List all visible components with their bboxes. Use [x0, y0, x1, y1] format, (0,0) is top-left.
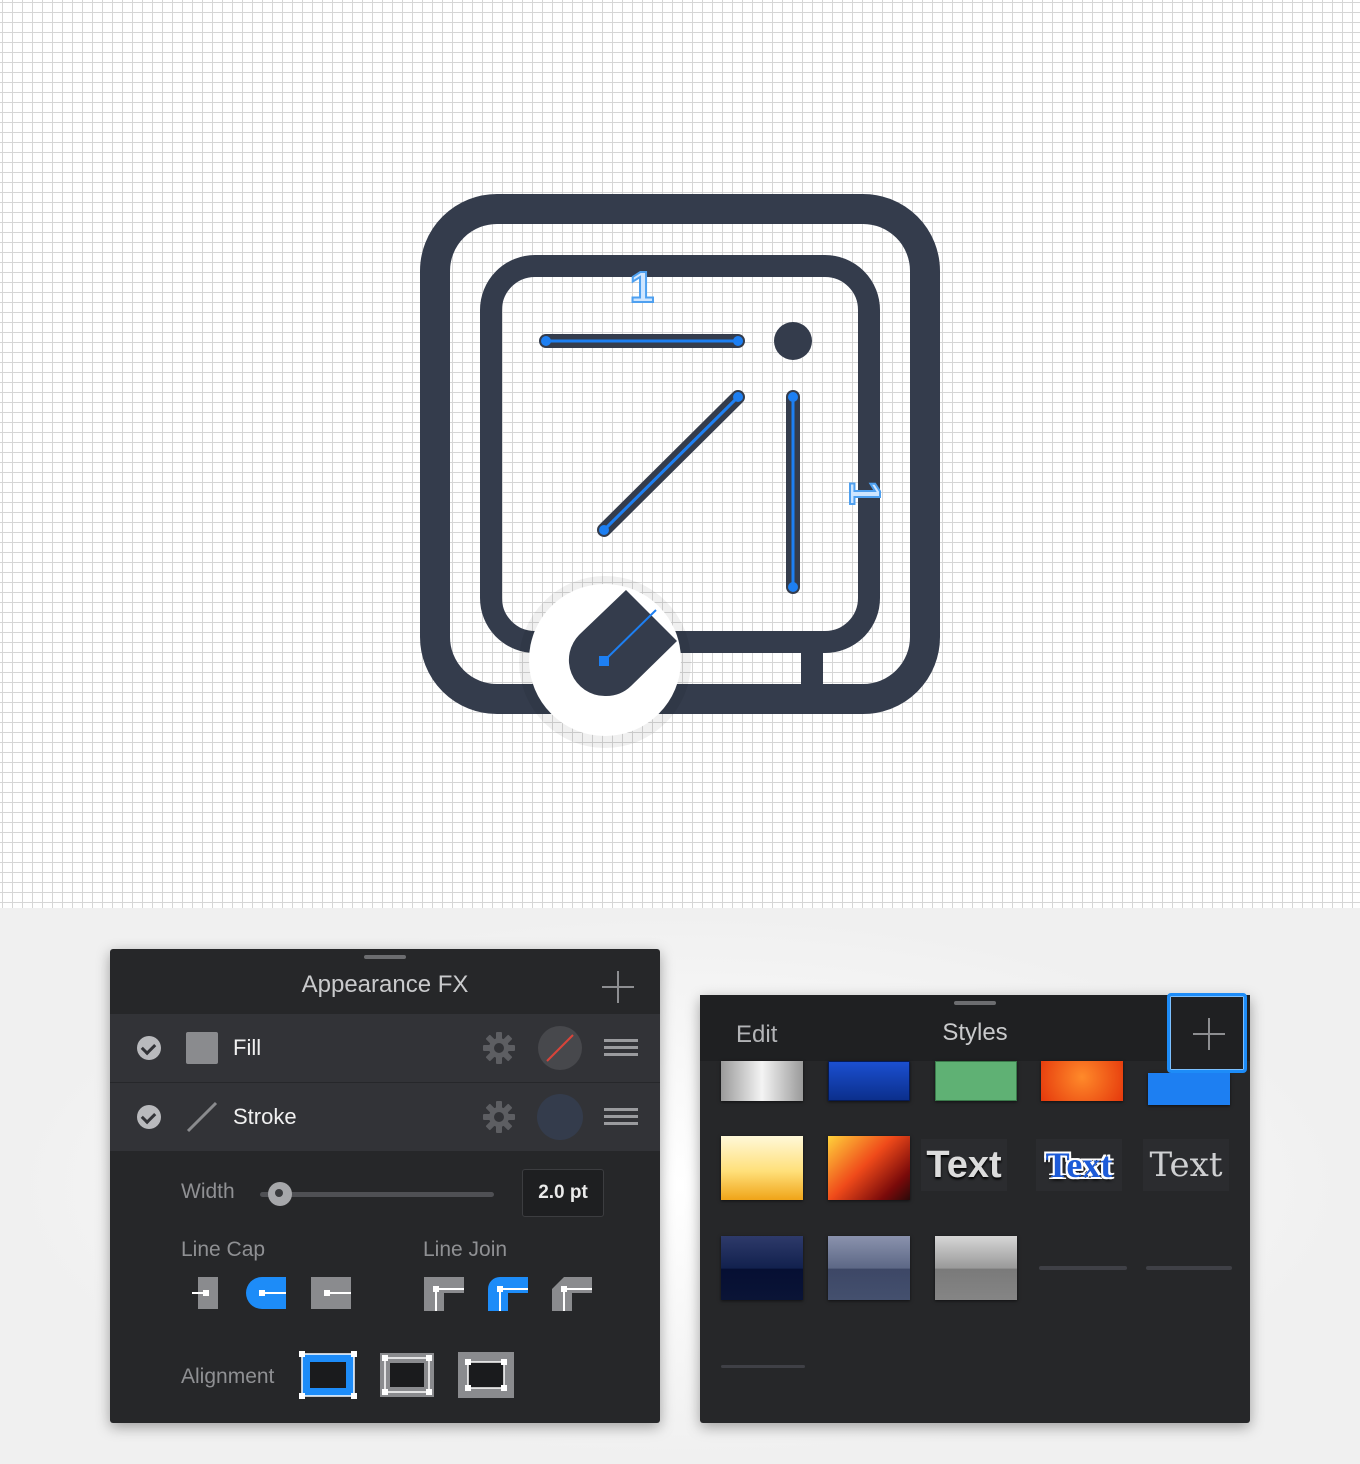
align-center-icon[interactable]: [378, 1351, 436, 1399]
round-cap-icon[interactable]: [246, 1277, 286, 1309]
measure-label-side: 1: [840, 481, 889, 505]
alignment-label: Alignment: [181, 1365, 275, 1388]
path-node[interactable]: [733, 336, 743, 346]
panel-grab-handle[interactable]: [954, 1001, 996, 1005]
butt-cap-icon[interactable]: [192, 1277, 224, 1309]
path-node[interactable]: [788, 392, 798, 402]
width-value-field[interactable]: 2.0 pt: [522, 1169, 604, 1217]
line-cap-label: Line Cap: [181, 1238, 266, 1261]
style-swatch-slate-gloss[interactable]: [828, 1236, 910, 1300]
fill-settings-gear-icon[interactable]: [482, 1031, 516, 1065]
stroke-enabled-checkmark-icon[interactable]: [137, 1105, 161, 1129]
fill-row[interactable]: Fill: [110, 1014, 660, 1082]
width-slider-track[interactable]: [260, 1192, 494, 1197]
stroke-settings-gear-icon[interactable]: [482, 1100, 516, 1134]
style-swatch-line[interactable]: [1146, 1266, 1232, 1270]
text-style-bold-label: Text: [926, 1144, 1002, 1186]
bevel-join-icon[interactable]: [552, 1277, 592, 1311]
text-style-outline-label: Text: [1045, 1145, 1113, 1185]
fill-square-icon: [186, 1032, 218, 1064]
style-swatch-green[interactable]: [935, 1061, 1017, 1101]
styles-panel: Edit Styles Text Text Text: [700, 993, 1250, 1423]
miter-join-icon[interactable]: [424, 1277, 464, 1311]
align-inside-icon[interactable]: [299, 1351, 357, 1399]
path-node[interactable]: [599, 525, 609, 535]
appearance-fx-panel: Appearance FX Fill Stroke Width 2.0 pt L…: [110, 949, 660, 1423]
width-label: Width: [181, 1180, 235, 1203]
square-cap-icon[interactable]: [311, 1277, 351, 1309]
style-swatch-line[interactable]: [1039, 1266, 1127, 1270]
style-swatch-navy-gloss[interactable]: [721, 1236, 803, 1300]
path-node[interactable]: [788, 582, 798, 592]
round-join-icon[interactable]: [488, 1277, 528, 1311]
style-swatch-blue[interactable]: [828, 1061, 910, 1101]
style-swatch-line[interactable]: [721, 1365, 805, 1368]
stroke-label: Stroke: [233, 1104, 297, 1129]
fill-label: Fill: [233, 1035, 262, 1060]
stroke-row[interactable]: Stroke: [110, 1082, 660, 1151]
fill-reorder-handle-icon[interactable]: [604, 1039, 638, 1057]
text-style-serif-label: Text: [1149, 1145, 1223, 1185]
style-swatch-orange[interactable]: [1041, 1061, 1123, 1101]
style-swatch-gray-gloss[interactable]: [935, 1236, 1017, 1300]
style-swatch-bright-blue[interactable]: [1148, 1073, 1230, 1105]
stroke-line-icon: [186, 1101, 218, 1133]
text-style-serif[interactable]: Text: [1143, 1139, 1229, 1191]
text-style-bold[interactable]: Text: [921, 1139, 1007, 1191]
divider-shape: [801, 642, 823, 692]
icon-artwork[interactable]: 1 1: [0, 0, 1360, 908]
add-effect-plus-icon[interactable]: [602, 971, 634, 1003]
style-swatch-gold-gradient[interactable]: [721, 1136, 803, 1200]
align-outside-icon[interactable]: [457, 1351, 515, 1399]
stroke-reorder-handle-icon[interactable]: [604, 1108, 638, 1126]
fill-enabled-checkmark-icon[interactable]: [137, 1036, 161, 1060]
fill-color-none-swatch[interactable]: [537, 1025, 583, 1071]
measure-label-top: 1: [630, 263, 654, 312]
diagonal-line-path: [602, 395, 740, 532]
style-swatch-fire-gradient[interactable]: [828, 1136, 910, 1200]
dot-shape[interactable]: [774, 322, 812, 360]
add-style-plus-button[interactable]: [1167, 993, 1247, 1073]
panel-grab-handle[interactable]: [364, 955, 406, 959]
width-slider-knob[interactable]: [268, 1182, 292, 1206]
text-style-outline[interactable]: Text: [1036, 1139, 1122, 1191]
line-join-label: Line Join: [423, 1238, 508, 1261]
panel-title: Appearance FX: [301, 971, 469, 998]
path-node[interactable]: [733, 392, 743, 402]
stroke-color-swatch[interactable]: [537, 1094, 583, 1140]
style-swatch-silver[interactable]: [721, 1061, 803, 1101]
path-node[interactable]: [541, 336, 551, 346]
loupe-anchor-point: [599, 656, 609, 666]
